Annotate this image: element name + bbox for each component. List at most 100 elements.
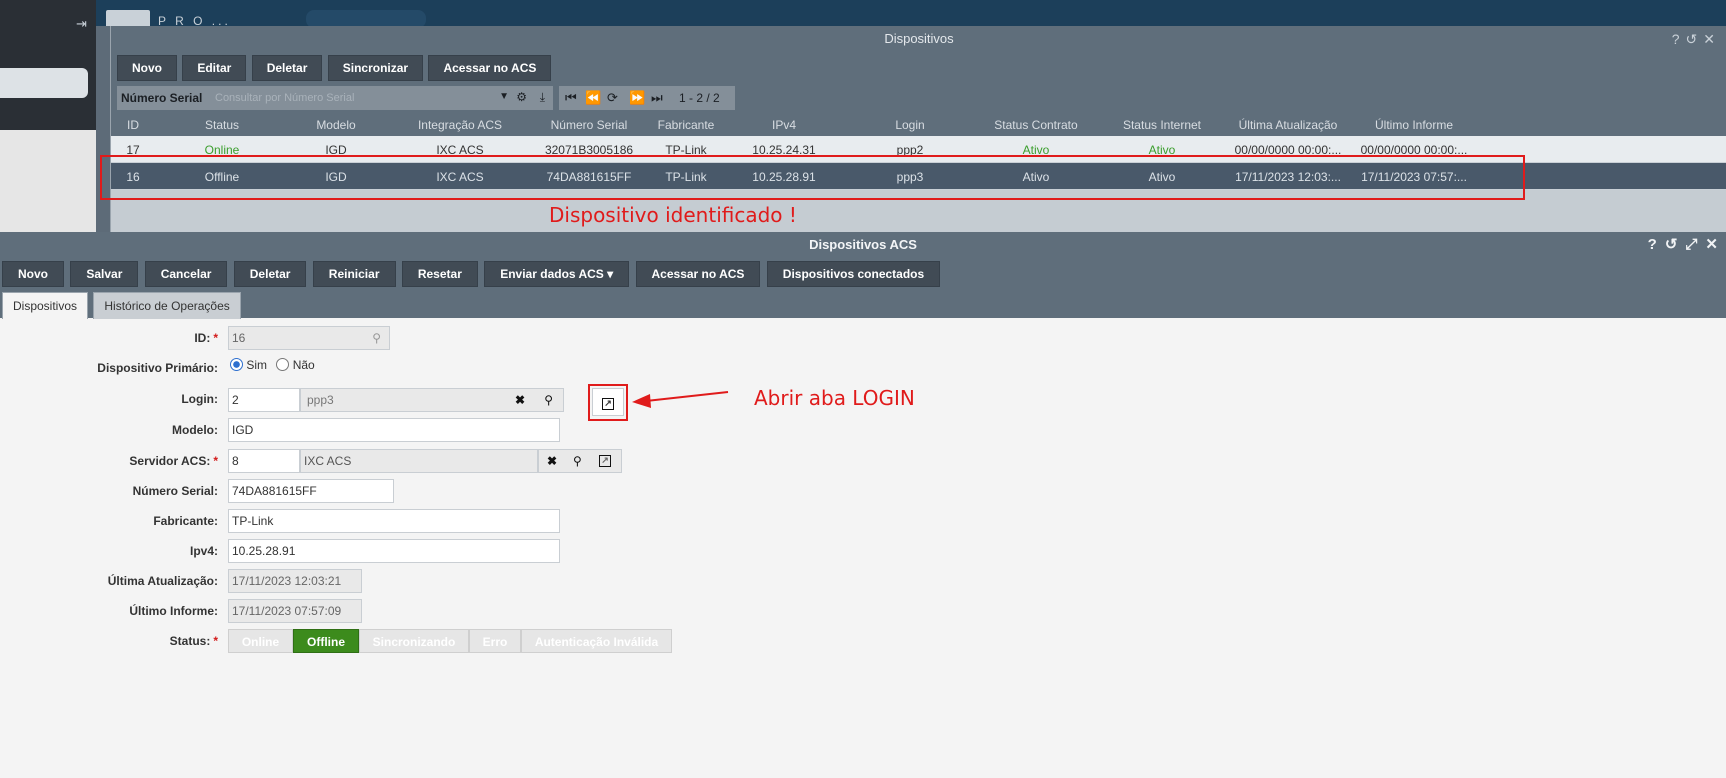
status-online-button[interactable]: Online bbox=[228, 629, 293, 653]
column-header[interactable]: Último Informe bbox=[1351, 118, 1477, 132]
acs-window-title: Dispositivos ACS ? ↺ ⤢ ✕ bbox=[0, 232, 1726, 258]
login-id-field[interactable]: 2 bbox=[228, 388, 300, 412]
column-header[interactable]: Login bbox=[847, 118, 973, 132]
delete-button[interactable]: Deletar bbox=[251, 55, 323, 81]
acs-id-field[interactable]: 8 bbox=[228, 449, 300, 473]
devices-window: Dispositivos ?↺✕ Novo Editar Deletar Sin… bbox=[110, 26, 1726, 232]
tab-devices[interactable]: Dispositivos bbox=[2, 292, 89, 319]
next-page-icon[interactable]: ⏩ bbox=[629, 90, 645, 106]
new-button[interactable]: Novo bbox=[2, 261, 64, 287]
acs-devices-window: Dispositivos ACS ? ↺ ⤢ ✕ Novo Salvar Cancel… bbox=[0, 232, 1726, 778]
new-button[interactable]: Novo bbox=[117, 55, 177, 81]
send-acs-data-button[interactable]: Enviar dados ACS ▾ bbox=[484, 261, 630, 287]
acs-name-field: IXC ACS bbox=[300, 449, 538, 473]
refresh-icon[interactable]: ⟳ bbox=[607, 90, 618, 106]
window-title: Dispositivos bbox=[884, 31, 954, 46]
devices-window-title: Dispositivos ?↺✕ bbox=[111, 26, 1726, 52]
search-field-select[interactable]: Número Serial bbox=[121, 91, 202, 105]
serial-field[interactable]: 74DA881615FF bbox=[228, 479, 394, 503]
serial-label: Número Serial: bbox=[132, 484, 218, 498]
sidebar-panel bbox=[0, 130, 96, 232]
restore-icon[interactable]: ↺ bbox=[1665, 236, 1678, 253]
column-header[interactable]: IPv4 bbox=[721, 118, 847, 132]
status-auth-invalid-button[interactable]: Autenticação Inválida bbox=[521, 629, 672, 653]
last-update-label: Última Atualização: bbox=[107, 574, 218, 588]
connected-devices-button[interactable]: Dispositivos conectados bbox=[766, 261, 941, 287]
pager: ⏮ ⏪ ⟳ ⏩ ⏭ 1 - 2 / 2 bbox=[559, 86, 735, 110]
cancel-button[interactable]: Cancelar bbox=[144, 261, 228, 287]
status-syncing-button[interactable]: Sincronizando bbox=[359, 629, 469, 653]
column-header[interactable]: Status Contrato bbox=[973, 118, 1099, 132]
search-row: Número Serial Consultar por Número Seria… bbox=[111, 82, 1726, 114]
app-logo bbox=[106, 10, 150, 26]
close-icon[interactable]: ✕ bbox=[1705, 236, 1718, 253]
first-page-icon[interactable]: ⏮ bbox=[565, 90, 577, 106]
logout-icon[interactable]: ⇥ bbox=[76, 16, 87, 32]
status-offline-button[interactable]: Offline bbox=[293, 629, 359, 653]
search-box[interactable]: Número Serial Consultar por Número Seria… bbox=[117, 86, 553, 110]
help-icon[interactable]: ? bbox=[1648, 236, 1657, 253]
column-header[interactable]: Última Atualização bbox=[1225, 118, 1351, 132]
arrow-annotation bbox=[632, 391, 729, 408]
access-acs-button[interactable]: Acessar no ACS bbox=[428, 55, 552, 81]
column-header[interactable]: Fabricante bbox=[651, 118, 721, 132]
grid-header: ID Status Modelo Integração ACS Número S… bbox=[111, 114, 1726, 136]
delete-button[interactable]: Deletar bbox=[233, 261, 307, 287]
column-header[interactable]: Status bbox=[165, 118, 279, 132]
primary-label: Dispositivo Primário: bbox=[97, 361, 218, 375]
sidebar-search[interactable] bbox=[0, 68, 88, 98]
window-title: Dispositivos ACS bbox=[809, 237, 917, 252]
device-form: ID: * 16 ⚲ Dispositivo Primário: Sim Não … bbox=[0, 318, 1726, 778]
reboot-button[interactable]: Reiniciar bbox=[312, 261, 396, 287]
radio-no[interactable] bbox=[276, 358, 290, 371]
radio-no-label: Não bbox=[292, 358, 315, 372]
column-header[interactable]: Número Serial bbox=[527, 118, 651, 132]
last-report-label: Último Informe: bbox=[129, 604, 218, 618]
radio-yes[interactable] bbox=[230, 358, 243, 371]
open-login-annotation: Abrir aba LOGIN bbox=[754, 386, 915, 410]
sync-button[interactable]: Sincronizar bbox=[327, 55, 424, 81]
save-button[interactable]: Salvar bbox=[70, 261, 139, 287]
maker-label: Fabricante: bbox=[153, 514, 218, 528]
last-page-icon[interactable]: ⏭ bbox=[651, 90, 663, 106]
clear-icon[interactable]: ✖ bbox=[547, 450, 557, 472]
ipv4-field[interactable]: 10.25.28.91 bbox=[228, 539, 560, 563]
login-name-field: ppp3 ✖ ⚲ bbox=[300, 388, 564, 412]
search-icon[interactable]: ⚲ bbox=[372, 327, 381, 349]
ipv4-label: Ipv4: bbox=[189, 544, 218, 558]
column-header[interactable]: Status Internet bbox=[1099, 118, 1225, 132]
tab-history[interactable]: Histórico de Operações bbox=[93, 292, 241, 319]
restore-icon[interactable]: ↺ bbox=[1686, 31, 1704, 47]
model-label: Modelo: bbox=[172, 423, 218, 437]
column-header[interactable]: Integração ACS bbox=[393, 118, 527, 132]
acs-toolbar: Novo Salvar Cancelar Deletar Reiniciar R… bbox=[0, 258, 1726, 288]
column-header[interactable]: ID bbox=[111, 118, 155, 132]
edit-button[interactable]: Editar bbox=[182, 55, 247, 81]
help-icon[interactable]: ? bbox=[1672, 31, 1686, 47]
status-error-button[interactable]: Erro bbox=[469, 629, 521, 653]
pager-count: 1 - 2 / 2 bbox=[679, 91, 720, 105]
gear-icon[interactable]: ⚙ bbox=[516, 90, 527, 104]
reset-button[interactable]: Resetar bbox=[401, 261, 478, 287]
external-link-icon[interactable]: ↗ bbox=[599, 455, 611, 467]
id-label: ID: * bbox=[194, 331, 218, 345]
search-icon[interactable]: ⚲ bbox=[544, 389, 553, 411]
acs-actions: ✖ ⚲ ↗ bbox=[538, 449, 622, 473]
radio-yes-label: Sim bbox=[246, 358, 268, 372]
close-icon[interactable]: ✕ bbox=[1703, 31, 1721, 47]
model-field[interactable]: IGD bbox=[228, 418, 560, 442]
clear-icon[interactable]: ✖ bbox=[515, 389, 525, 411]
chevron-down-icon[interactable]: ▼ bbox=[499, 91, 509, 102]
prev-page-icon[interactable]: ⏪ bbox=[585, 90, 601, 106]
maker-field[interactable]: TP-Link bbox=[228, 509, 560, 533]
search-input[interactable]: Consultar por Número Serial bbox=[215, 92, 354, 104]
column-header[interactable]: Modelo bbox=[279, 118, 393, 132]
last-report-field: 17/11/2023 07:57:09 bbox=[228, 599, 362, 623]
login-label: Login: bbox=[181, 392, 218, 406]
device-found-annotation: Dispositivo identificado ! bbox=[549, 203, 797, 227]
download-icon[interactable]: ⤓ bbox=[540, 90, 545, 105]
devices-toolbar: Novo Editar Deletar Sincronizar Acessar … bbox=[111, 52, 1726, 82]
search-icon[interactable]: ⚲ bbox=[573, 450, 582, 472]
maximize-icon[interactable]: ⤢ bbox=[1685, 236, 1697, 253]
access-acs-button[interactable]: Acessar no ACS bbox=[635, 261, 761, 287]
